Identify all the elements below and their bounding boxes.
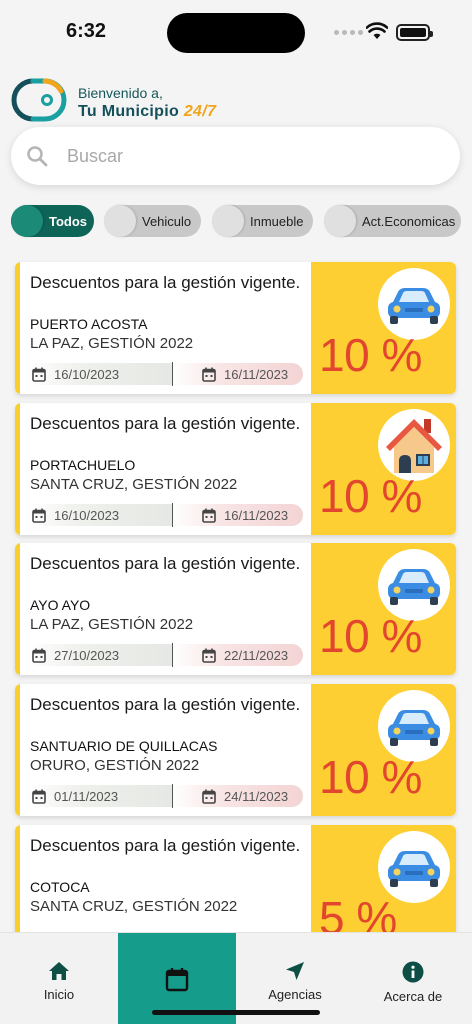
end-date: 22/11/2023 [172, 643, 303, 667]
toggle-knob [104, 205, 136, 237]
search-bar[interactable] [11, 127, 460, 185]
end-date-text: 22/11/2023 [224, 647, 289, 663]
card-date-range: 16/10/2023 16/11/2023 [26, 503, 303, 527]
brand-title: Tu Municipio 24/7 [78, 103, 216, 121]
start-date-text: 27/10/2023 [54, 647, 120, 663]
welcome-text: Bienvenido a, [78, 85, 163, 101]
home-icon [49, 962, 69, 980]
card-region: ORURO, GESTIÓN 2022 [30, 757, 200, 774]
discount-card[interactable]: Descuentos para la gestión vigente. PORT… [15, 403, 456, 535]
nav-inicio[interactable]: Inicio [0, 933, 118, 1024]
filter-chip-label: Vehiculo [142, 213, 192, 229]
start-date-text: 16/10/2023 [54, 366, 120, 382]
start-date: 16/10/2023 [26, 363, 172, 385]
card-date-range: 16/10/2023 16/11/2023 [26, 362, 303, 386]
end-date: 16/11/2023 [172, 503, 303, 527]
toggle-knob [11, 205, 43, 237]
filter-chip-vehiculo[interactable]: Vehiculo [104, 205, 201, 237]
discount-card[interactable]: Descuentos para la gestión vigente. PUER… [15, 262, 456, 394]
card-region: SANTA CRUZ, GESTIÓN 2022 [30, 898, 238, 915]
discount-card[interactable]: Descuentos para la gestión vigente. AYO … [15, 543, 456, 675]
discount-badge: 10 % [311, 403, 456, 535]
search-input[interactable] [67, 145, 407, 167]
end-date-text: 16/11/2023 [224, 507, 289, 523]
toggle-knob [324, 205, 356, 237]
brand-name: Tu Municipio [78, 103, 180, 120]
nav-acerca-de[interactable]: Acerca de [354, 933, 472, 1024]
nav-label: Agencias [268, 987, 322, 1002]
discount-percentage: 10 % [319, 751, 422, 803]
card-date-range: 01/11/2023 24/11/2023 [26, 784, 303, 808]
card-title: Descuentos para la gestión vigente. [30, 695, 301, 714]
end-date: 24/11/2023 [172, 784, 303, 808]
calendar-icon [32, 789, 46, 804]
nav-label: Acerca de [383, 989, 443, 1004]
status-bar: 6:32 [0, 0, 472, 64]
calendar-icon [202, 508, 216, 523]
card-municipality: AYO AYO [30, 597, 91, 613]
municipio-logo [11, 78, 67, 122]
card-municipality: PORTACHUELO [30, 457, 136, 473]
card-accent-stripe [15, 403, 20, 535]
card-region: LA PAZ, GESTIÓN 2022 [30, 616, 194, 633]
dynamic-island [167, 13, 305, 53]
end-date: 16/11/2023 [172, 362, 303, 386]
discount-card[interactable]: Descuentos para la gestión vigente. SANT… [15, 684, 456, 816]
start-date-text: 01/11/2023 [54, 788, 119, 804]
discount-badge: 10 % [311, 262, 456, 394]
card-title: Descuentos para la gestión vigente. [30, 273, 301, 292]
brand-suffix: 24/7 [183, 103, 217, 120]
discount-percentage: 10 % [319, 610, 422, 662]
calendar-icon [202, 367, 216, 382]
calendar-icon [202, 648, 216, 663]
card-region: SANTA CRUZ, GESTIÓN 2022 [30, 476, 238, 493]
card-title: Descuentos para la gestión vigente. [30, 554, 301, 573]
card-municipality: SANTUARIO DE QUILLACAS [30, 738, 218, 754]
discount-percentage: 10 % [319, 470, 422, 522]
discount-percentage: 10 % [319, 329, 422, 381]
card-accent-stripe [15, 262, 20, 394]
filter-chip-label: Todos [49, 213, 88, 229]
cellular-signal-icon [334, 30, 363, 35]
calendar-icon [165, 968, 189, 992]
filter-chip-label: Act.Economicas [362, 213, 456, 229]
filter-chip-label: Inmueble [250, 213, 304, 229]
calendar-icon [32, 367, 46, 382]
card-date-range: 27/10/2023 22/11/2023 [26, 643, 303, 667]
status-time: 6:32 [66, 20, 107, 42]
calendar-icon [32, 508, 46, 523]
start-date-text: 16/10/2023 [54, 507, 120, 523]
filter-chip-act-economicas[interactable]: Act.Economicas [324, 205, 461, 237]
card-municipality: COTOCA [30, 879, 90, 895]
card-region: LA PAZ, GESTIÓN 2022 [30, 335, 194, 352]
card-title: Descuentos para la gestión vigente. [30, 414, 301, 433]
card-accent-stripe [15, 684, 20, 816]
start-date: 16/10/2023 [26, 504, 172, 526]
discount-badge: 10 % [311, 684, 456, 816]
navigation-arrow-icon [286, 962, 304, 980]
start-date: 27/10/2023 [26, 644, 172, 666]
filter-chip-inmueble[interactable]: Inmueble [212, 205, 313, 237]
info-icon [402, 961, 424, 983]
battery-icon [396, 24, 433, 41]
wifi-icon [366, 22, 388, 39]
search-icon [27, 146, 48, 167]
card-title: Descuentos para la gestión vigente. [30, 836, 301, 855]
nav-label: Inicio [43, 987, 75, 1002]
calendar-icon [202, 789, 216, 804]
card-accent-stripe [15, 543, 20, 675]
discount-badge: 10 % [311, 543, 456, 675]
filter-chip-todos[interactable]: Todos [11, 205, 94, 237]
toggle-knob [212, 205, 244, 237]
card-municipality: PUERTO ACOSTA [30, 316, 148, 332]
end-date-text: 24/11/2023 [224, 788, 289, 804]
calendar-icon [32, 648, 46, 663]
home-indicator[interactable] [152, 1010, 320, 1015]
end-date-text: 16/11/2023 [224, 366, 289, 382]
start-date: 01/11/2023 [26, 785, 172, 807]
